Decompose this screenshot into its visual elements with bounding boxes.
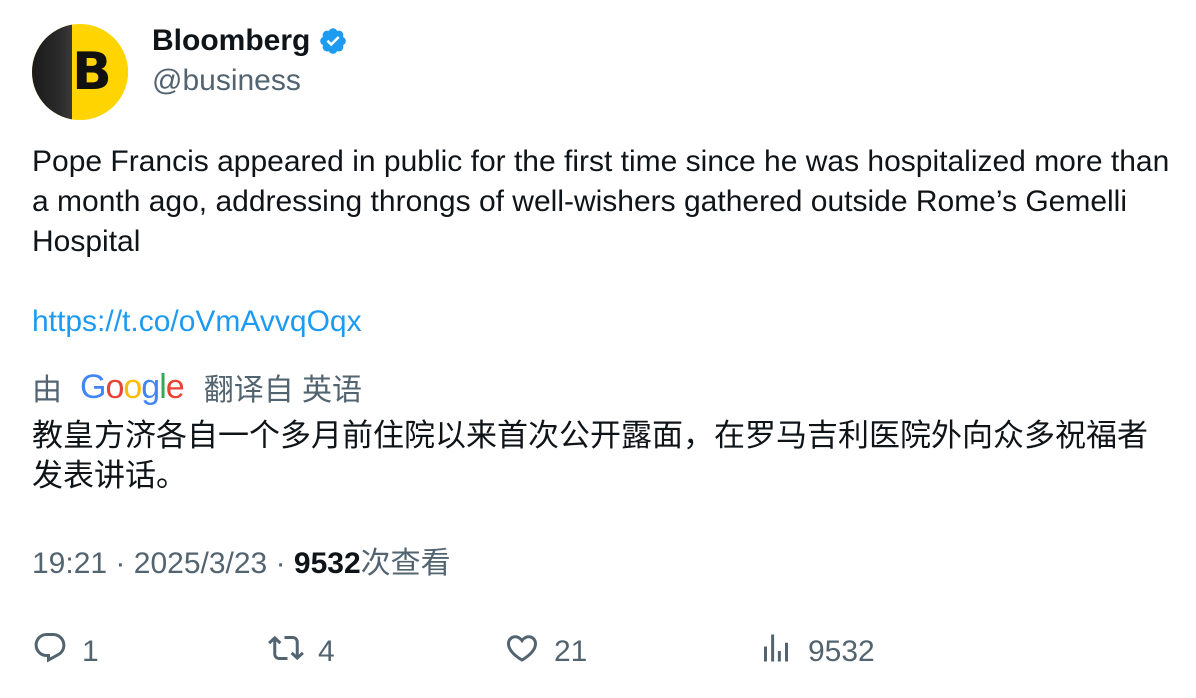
account-name-row[interactable]: Bloomberg xyxy=(152,23,348,59)
translation-prefix: 由 xyxy=(32,374,62,407)
account-name[interactable]: Bloomberg xyxy=(152,23,310,59)
tweet-time[interactable]: 19:21 xyxy=(32,547,107,580)
views-action-count: 9532 xyxy=(808,635,875,668)
google-logo: Google xyxy=(80,367,185,406)
tweet-meta: 19:21 · 2025/3/23 · 9532次查看 xyxy=(32,544,451,584)
like-count: 21 xyxy=(554,635,588,668)
heart-icon xyxy=(504,630,554,674)
like-button[interactable]: 21 xyxy=(504,630,587,674)
avatar-letter: B xyxy=(72,42,112,102)
tweet-link[interactable]: https://t.co/oVmAvvqOqx xyxy=(32,302,362,342)
views-count: 9532 xyxy=(293,547,361,580)
retweet-count: 4 xyxy=(318,635,335,668)
reply-count: 1 xyxy=(82,635,99,668)
views-label: 次查看 xyxy=(360,547,451,580)
views-button[interactable]: 9532 xyxy=(758,630,875,674)
account-handle[interactable]: @business xyxy=(152,63,301,99)
verified-badge-icon xyxy=(318,26,348,56)
translated-text: 教皇方济各自一个多月前住院以来首次公开露面，在罗马吉利医院外向众多祝福者发表讲话… xyxy=(32,418,1148,493)
meta-separator: · xyxy=(275,547,286,580)
retweet-icon xyxy=(268,630,318,674)
retweet-button[interactable]: 4 xyxy=(268,630,335,674)
translation-attribution: 由 Google 翻译自 英语 xyxy=(32,366,362,408)
avatar[interactable]: B xyxy=(32,24,128,120)
analytics-icon xyxy=(758,630,808,674)
reply-button[interactable]: 1 xyxy=(32,630,99,674)
tweet-date[interactable]: 2025/3/23 xyxy=(134,547,267,580)
translation-suffix: 翻译自 英语 xyxy=(203,374,363,407)
reply-icon xyxy=(32,630,82,674)
meta-separator: · xyxy=(115,547,126,580)
tweet-text: Pope Francis appeared in public for the … xyxy=(32,145,1170,258)
